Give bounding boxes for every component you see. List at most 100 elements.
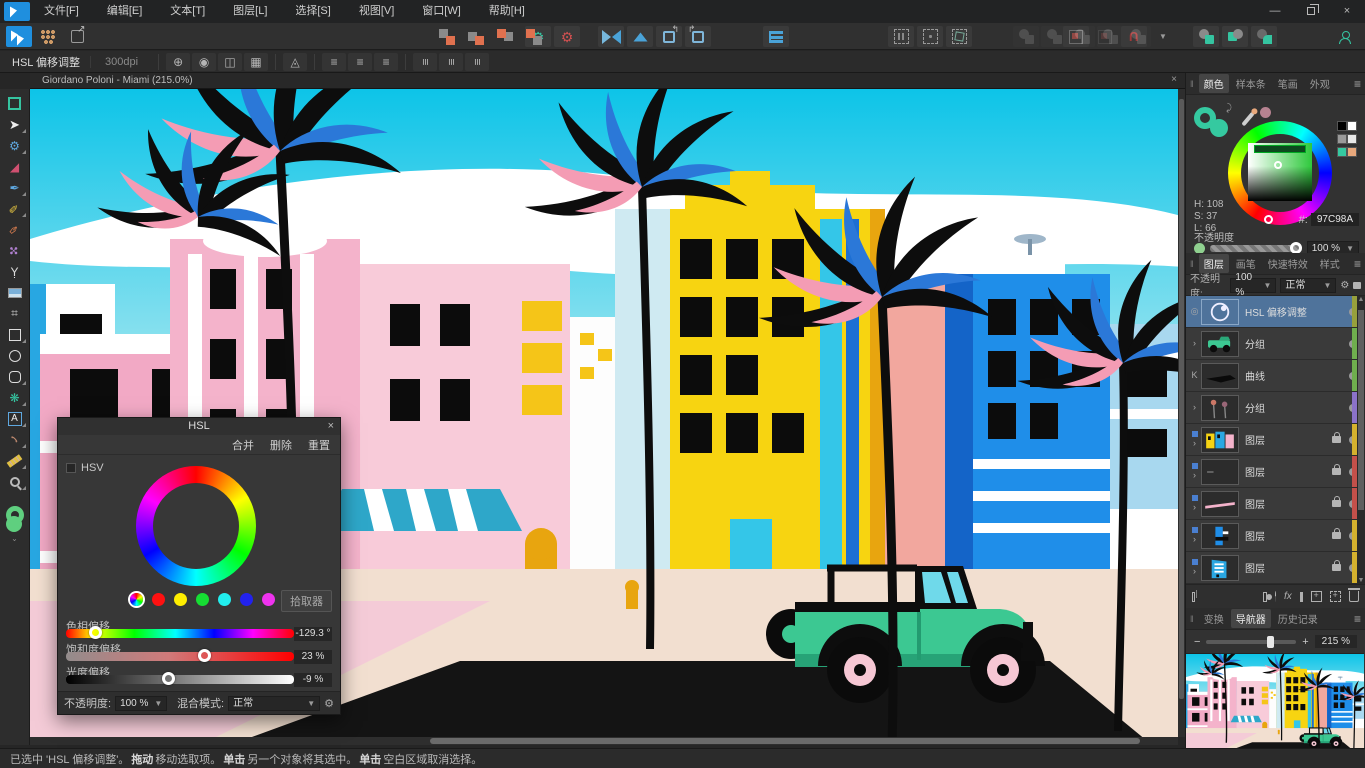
zoom-in-button[interactable]: + [1302, 636, 1308, 648]
mask-layer-icon[interactable] [1263, 592, 1266, 602]
export-persona-button[interactable] [64, 26, 90, 47]
rounded-rectangle-tool[interactable] [3, 366, 27, 387]
layer-select-square[interactable] [1192, 559, 1198, 565]
tab-color[interactable]: 颜色 [1199, 74, 1229, 93]
designer-persona-button[interactable] [6, 26, 32, 47]
menu-file[interactable]: 文件[F] [30, 0, 93, 23]
shape-tool[interactable]: ❋ [3, 387, 27, 408]
document-close-button[interactable]: × [1171, 74, 1177, 85]
hue-wheel[interactable] [136, 466, 256, 586]
green-channel-swatch[interactable] [196, 593, 209, 606]
to-front-button[interactable] [434, 26, 460, 47]
rotate-ccw-button[interactable] [656, 26, 682, 47]
blue-channel-swatch[interactable] [240, 593, 253, 606]
layer-row-group-jeep[interactable]: › 分组 [1186, 328, 1365, 360]
split-view-button[interactable]: ◫ [218, 53, 242, 71]
menu-edit[interactable]: 编辑[E] [93, 0, 156, 23]
black-swatch[interactable] [1337, 121, 1347, 131]
rotation-lock-button[interactable] [946, 26, 972, 47]
expand-chevron-icon[interactable]: › [1193, 534, 1196, 544]
preferences-button[interactable]: ⚙ [554, 26, 580, 47]
layer-select-square[interactable] [1192, 431, 1198, 437]
canvas-horizontal-scrollbar[interactable] [30, 737, 1178, 745]
back-one-button[interactable] [492, 26, 518, 47]
hsv-checkbox[interactable] [66, 463, 76, 473]
layer-row-pink-line[interactable]: › 图层 [1186, 488, 1365, 520]
pen-tool[interactable]: ✒ [3, 177, 27, 198]
valign-middle-button[interactable]: ≡ [439, 53, 463, 71]
flip-vertical-button[interactable] [627, 26, 653, 47]
zoom-slider[interactable] [1206, 640, 1296, 644]
panel-grip-icon[interactable]: ‖ [1190, 79, 1195, 89]
panel-menu-icon[interactable]: ≡ [1354, 257, 1361, 271]
picker-button[interactable]: 拾取器 [281, 590, 332, 612]
master-channel-swatch[interactable] [130, 593, 143, 606]
rotate-cw-button[interactable] [685, 26, 711, 47]
saturation-shift-knob[interactable] [198, 649, 211, 662]
layers-blend-dropdown[interactable]: 正常▼ [1280, 278, 1336, 293]
blend-options-gear-icon[interactable]: ⚙ [324, 697, 334, 710]
align-left-button[interactable]: ≡ [322, 53, 346, 71]
saturation-lightness-box[interactable] [1248, 143, 1312, 201]
layer-row-blue-building-2[interactable]: › 图层 [1186, 552, 1365, 584]
add-layer-icon[interactable] [1311, 591, 1322, 602]
zoom-value[interactable]: 215 % [1315, 635, 1357, 648]
fill-tool[interactable]: Ỵ [3, 261, 27, 282]
cyan-channel-swatch[interactable] [218, 593, 231, 606]
red-channel-swatch[interactable] [152, 593, 165, 606]
tab-fx[interactable]: 快速特效 [1263, 254, 1313, 273]
tab-swatches[interactable]: 样本条 [1231, 74, 1271, 93]
minimize-button[interactable]: — [1257, 0, 1293, 23]
layer-row-buildings[interactable]: › 图层 [1186, 424, 1365, 456]
peach-swatch[interactable] [1347, 147, 1357, 157]
luminosity-shift-slider[interactable] [66, 675, 294, 684]
frame-tool[interactable] [3, 93, 27, 114]
valign-top-button[interactable]: ≡ [413, 53, 437, 71]
expand-chevron-icon[interactable]: › [1193, 502, 1196, 512]
scroll-up-icon[interactable]: ▲ [1357, 296, 1365, 303]
measure-tool[interactable] [3, 450, 27, 471]
hue-marker[interactable] [1264, 215, 1273, 224]
tab-styles[interactable]: 样式 [1315, 254, 1345, 273]
add-boolean-button[interactable] [1193, 26, 1219, 47]
v-scroll-thumb[interactable] [1179, 99, 1184, 699]
reset-button[interactable]: ◬ [283, 53, 307, 71]
expand-chevron-icon[interactable]: › [1188, 403, 1201, 412]
hue-shift-slider[interactable] [66, 629, 294, 638]
panel-grip-icon[interactable]: ‖ [1190, 614, 1195, 624]
sl-marker[interactable] [1274, 161, 1282, 169]
layers-gear-icon[interactable]: ⚙ [1340, 280, 1349, 291]
zoom-tool[interactable] [3, 471, 27, 492]
hsl-close-button[interactable]: × [328, 418, 334, 435]
adjustment-layer-icon[interactable] [1275, 591, 1276, 602]
forward-one-button[interactable] [463, 26, 489, 47]
lock-icon[interactable] [1353, 282, 1361, 289]
luminosity-shift-knob[interactable] [162, 672, 175, 685]
expand-chevron-icon[interactable]: › [1193, 470, 1196, 480]
color-opacity-slider[interactable] [1210, 245, 1302, 252]
hue-shift-knob[interactable] [89, 626, 102, 639]
saturation-shift-value[interactable]: 23 % [294, 650, 332, 664]
yellow-channel-swatch[interactable] [174, 593, 187, 606]
canvas-vertical-scrollbar[interactable] [1178, 89, 1185, 737]
swap-colors-icon[interactable]: ⤸ [1226, 103, 1232, 114]
merge-button[interactable]: 合并 [232, 437, 254, 453]
expand-chevron-icon[interactable]: › [1188, 339, 1201, 348]
teal-swatch[interactable] [1337, 147, 1347, 157]
show-pixels-button[interactable] [917, 26, 943, 47]
scroll-down-icon[interactable]: ▼ [1357, 577, 1365, 584]
layer-select-square[interactable] [1192, 463, 1198, 469]
edit-all-layers-icon[interactable] [1192, 592, 1195, 602]
gray-swatch[interactable] [1337, 134, 1347, 144]
valign-bottom-button[interactable]: ≡ [465, 53, 489, 71]
luminosity-shift-value[interactable]: -9 % [294, 673, 332, 687]
alignment-button[interactable] [763, 26, 789, 47]
tab-navigator[interactable]: 导航器 [1231, 609, 1271, 628]
move-tool[interactable]: ➤ [3, 114, 27, 135]
hue-shift-value[interactable]: -129.3 ° [294, 627, 332, 641]
layer-select-square[interactable] [1192, 527, 1198, 533]
node-tool[interactable]: ⚙ [3, 135, 27, 156]
layer-row-blank[interactable]: › 图层 [1186, 456, 1365, 488]
hex-value-field[interactable]: 97C98A [1311, 213, 1359, 226]
intersect-boolean-button[interactable] [1251, 26, 1277, 47]
